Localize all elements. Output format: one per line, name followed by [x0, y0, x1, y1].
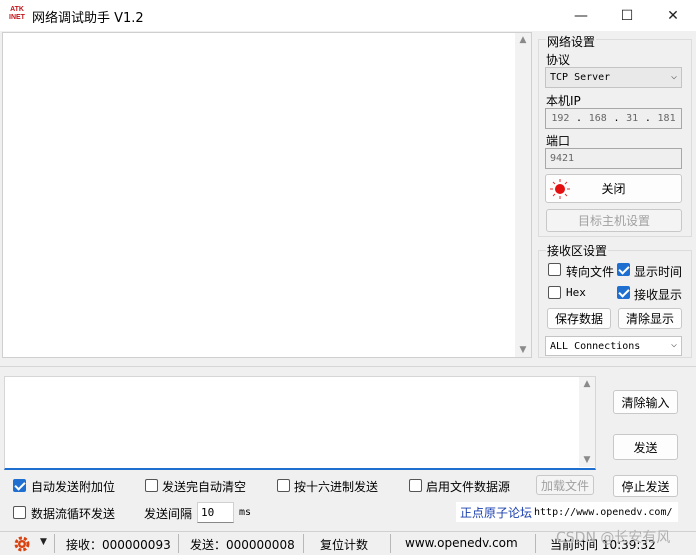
- local-ip-label: 本机IP: [546, 94, 581, 108]
- receive-display-checkbox[interactable]: [617, 286, 630, 302]
- connections-value: ALL Connections: [550, 340, 641, 352]
- protocol-select[interactable]: TCP Server ⌵: [545, 67, 682, 88]
- minimize-button[interactable]: —: [558, 0, 604, 31]
- received-count: 接收：000000093: [66, 538, 171, 552]
- separator: [178, 534, 179, 553]
- status-led-icon: [550, 179, 570, 199]
- auto-clear-label: 发送完自动清空: [162, 480, 247, 494]
- network-settings-title: 网络设置: [546, 33, 597, 50]
- file-source-label: 启用文件数据源: [426, 480, 511, 494]
- separator: [303, 534, 304, 553]
- chevron-down-icon: ⌵: [670, 71, 677, 82]
- loop-send-label: 数据流循环发送: [31, 507, 116, 521]
- hex-send-box[interactable]: [277, 479, 290, 492]
- app-logo-icon: ATK INET: [9, 6, 25, 21]
- separator: [390, 534, 391, 553]
- window-title: 网络调试助手 V1.2: [32, 11, 144, 26]
- file-source-box[interactable]: [409, 479, 422, 492]
- hex-display-label: Hex: [566, 286, 586, 299]
- redirect-file-checkbox[interactable]: [548, 263, 561, 279]
- protocol-label: 协议: [546, 53, 571, 67]
- receive-text-area[interactable]: ▲ ▼: [2, 32, 532, 358]
- clear-input-button[interactable]: 清除输入: [613, 390, 678, 414]
- watermark: CSDN @长安有风: [556, 530, 671, 546]
- auto-append-box[interactable]: [13, 479, 26, 492]
- ip-octet-4: 181: [657, 113, 676, 124]
- auto-append-label: 自动发送附加位: [31, 480, 116, 494]
- stop-send-button[interactable]: 停止发送: [613, 475, 678, 497]
- receive-settings-title: 接收区设置: [546, 242, 609, 259]
- forum-link[interactable]: 正点原子论坛 http://www.openedv.com/: [456, 502, 678, 522]
- splitter[interactable]: [0, 366, 696, 367]
- send-button[interactable]: 发送: [613, 434, 678, 460]
- show-time-box[interactable]: [617, 263, 630, 276]
- hex-send-checkbox[interactable]: [277, 479, 290, 495]
- hex-send-label: 按十六进制发送: [294, 480, 379, 494]
- protocol-value: TCP Server: [550, 72, 611, 83]
- ip-address-field[interactable]: 192. 168. 31. 181: [545, 108, 682, 129]
- redirect-file-label: 转向文件: [566, 265, 615, 279]
- sent-count: 发送：000000008: [190, 538, 295, 552]
- hex-display-checkbox[interactable]: [548, 286, 561, 302]
- save-data-button[interactable]: 保存数据: [547, 308, 611, 329]
- receive-display-box[interactable]: [617, 286, 630, 299]
- file-source-checkbox[interactable]: [409, 479, 422, 495]
- target-host-button[interactable]: 目标主机设置: [546, 209, 682, 232]
- website-link[interactable]: www.openedv.com: [405, 536, 518, 550]
- ip-octet-1: 192: [551, 113, 570, 124]
- scroll-down-icon[interactable]: ▼: [580, 455, 594, 465]
- reset-count-button[interactable]: 复位计数: [320, 536, 368, 553]
- loop-send-box[interactable]: [13, 506, 26, 519]
- load-file-button[interactable]: 加载文件: [536, 475, 594, 495]
- interval-unit: ms: [239, 507, 252, 518]
- show-time-label: 显示时间: [634, 265, 683, 279]
- auto-append-checkbox[interactable]: [13, 479, 26, 495]
- interval-label: 发送间隔: [144, 507, 193, 521]
- ip-octet-3: 31: [626, 113, 639, 124]
- port-label: 端口: [546, 134, 571, 148]
- scroll-up-icon[interactable]: ▲: [580, 379, 594, 389]
- separator: [54, 534, 55, 553]
- show-time-checkbox[interactable]: [617, 263, 630, 279]
- chevron-down-icon: ⌵: [670, 339, 677, 350]
- scroll-up-icon[interactable]: ▲: [516, 35, 530, 45]
- receive-scrollbar[interactable]: ▲ ▼: [515, 33, 531, 357]
- separator: [535, 534, 536, 553]
- hex-display-box[interactable]: [548, 286, 561, 299]
- connections-select[interactable]: ALL Connections ⌵: [545, 336, 682, 356]
- title-bar: ATK INET 网络调试助手 V1.2 — ☐ ✕: [0, 0, 696, 31]
- clear-display-button[interactable]: 清除显示: [618, 308, 682, 329]
- scroll-down-icon[interactable]: ▼: [516, 345, 530, 355]
- settings-gear-icon[interactable]: [13, 535, 31, 553]
- forum-name: 正点原子论坛: [460, 505, 533, 520]
- send-scrollbar[interactable]: ▲ ▼: [579, 377, 595, 467]
- loop-send-checkbox[interactable]: [13, 506, 26, 522]
- forum-url: http://www.openedv.com/: [534, 506, 673, 518]
- send-text-area[interactable]: ▲ ▼: [4, 376, 596, 470]
- connect-toggle-label: 关闭: [601, 182, 626, 196]
- connect-toggle-button[interactable]: 关闭: [545, 174, 682, 203]
- auto-clear-checkbox[interactable]: [145, 479, 158, 495]
- auto-clear-box[interactable]: [145, 479, 158, 492]
- maximize-button[interactable]: ☐: [604, 0, 650, 31]
- redirect-file-box[interactable]: [548, 263, 561, 276]
- settings-dropdown-icon[interactable]: ▼: [40, 537, 47, 547]
- interval-input[interactable]: 10: [197, 502, 234, 523]
- port-field[interactable]: 9421: [545, 148, 682, 169]
- receive-display-label: 接收显示: [634, 288, 683, 302]
- ip-octet-2: 168: [588, 113, 607, 124]
- close-window-button[interactable]: ✕: [650, 0, 696, 31]
